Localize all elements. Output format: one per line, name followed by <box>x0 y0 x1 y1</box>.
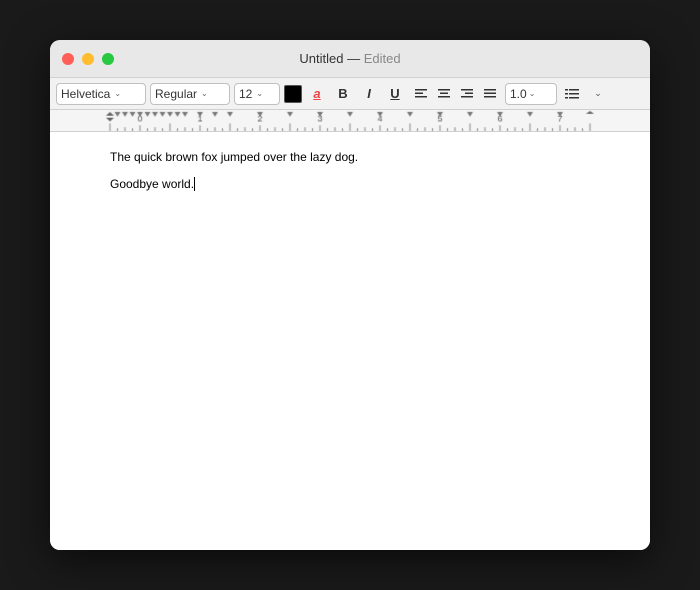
edited-badge: Edited <box>364 51 401 66</box>
italic-label: I <box>367 86 371 101</box>
ruler-canvas <box>50 110 650 131</box>
italic-button[interactable]: I <box>358 83 380 105</box>
bold-label: B <box>338 86 347 101</box>
title-label: Untitled <box>299 51 343 66</box>
title-bar: Untitled — Edited <box>50 40 650 78</box>
underline-label: U <box>390 86 399 101</box>
editor-line-2: Goodbye world. <box>110 175 590 194</box>
font-size-label: 12 <box>239 87 252 101</box>
window-title: Untitled — Edited <box>299 51 400 66</box>
bold-button[interactable]: B <box>332 83 354 105</box>
app-window: Untitled — Edited Helvetica ⌄ Regular ⌄ … <box>50 40 650 550</box>
list-button[interactable] <box>561 83 583 105</box>
text-cursor <box>194 177 195 191</box>
font-size-select[interactable]: 12 ⌄ <box>234 83 280 105</box>
line-spacing-select[interactable]: 1.0 ⌄ <box>505 83 557 105</box>
font-family-label: Helvetica <box>61 87 110 101</box>
font-style-select[interactable]: Regular ⌄ <box>150 83 230 105</box>
font-size-arrow-icon: ⌄ <box>256 89 263 98</box>
title-dash: — <box>347 51 360 66</box>
align-justify-button[interactable] <box>479 83 501 105</box>
toolbar: Helvetica ⌄ Regular ⌄ 12 ⌄ a B I U <box>50 78 650 110</box>
text-color-swatch[interactable] <box>284 85 302 103</box>
list-arrow-button[interactable]: ⌄ <box>587 83 609 105</box>
align-right-button[interactable] <box>456 83 478 105</box>
highlight-label: a <box>313 86 320 101</box>
editor-area[interactable]: The quick brown fox jumped over the lazy… <box>50 132 650 550</box>
font-family-arrow-icon: ⌄ <box>114 89 121 98</box>
close-button[interactable] <box>62 53 74 65</box>
minimize-button[interactable] <box>82 53 94 65</box>
font-family-select[interactable]: Helvetica ⌄ <box>56 83 146 105</box>
traffic-lights <box>62 53 114 65</box>
font-style-label: Regular <box>155 87 197 101</box>
line-spacing-arrow-icon: ⌄ <box>529 89 536 98</box>
underline-button[interactable]: U <box>384 83 406 105</box>
align-left-button[interactable] <box>410 83 432 105</box>
ruler <box>50 110 650 132</box>
maximize-button[interactable] <box>102 53 114 65</box>
editor-content[interactable]: The quick brown fox jumped over the lazy… <box>110 148 590 448</box>
editor-line-1: The quick brown fox jumped over the lazy… <box>110 148 590 167</box>
line-spacing-label: 1.0 <box>510 87 527 101</box>
highlight-button[interactable]: a <box>306 83 328 105</box>
font-style-arrow-icon: ⌄ <box>201 89 208 98</box>
align-center-button[interactable] <box>433 83 455 105</box>
align-group <box>410 83 501 105</box>
editor-line-2-text: Goodbye world. <box>110 177 194 191</box>
